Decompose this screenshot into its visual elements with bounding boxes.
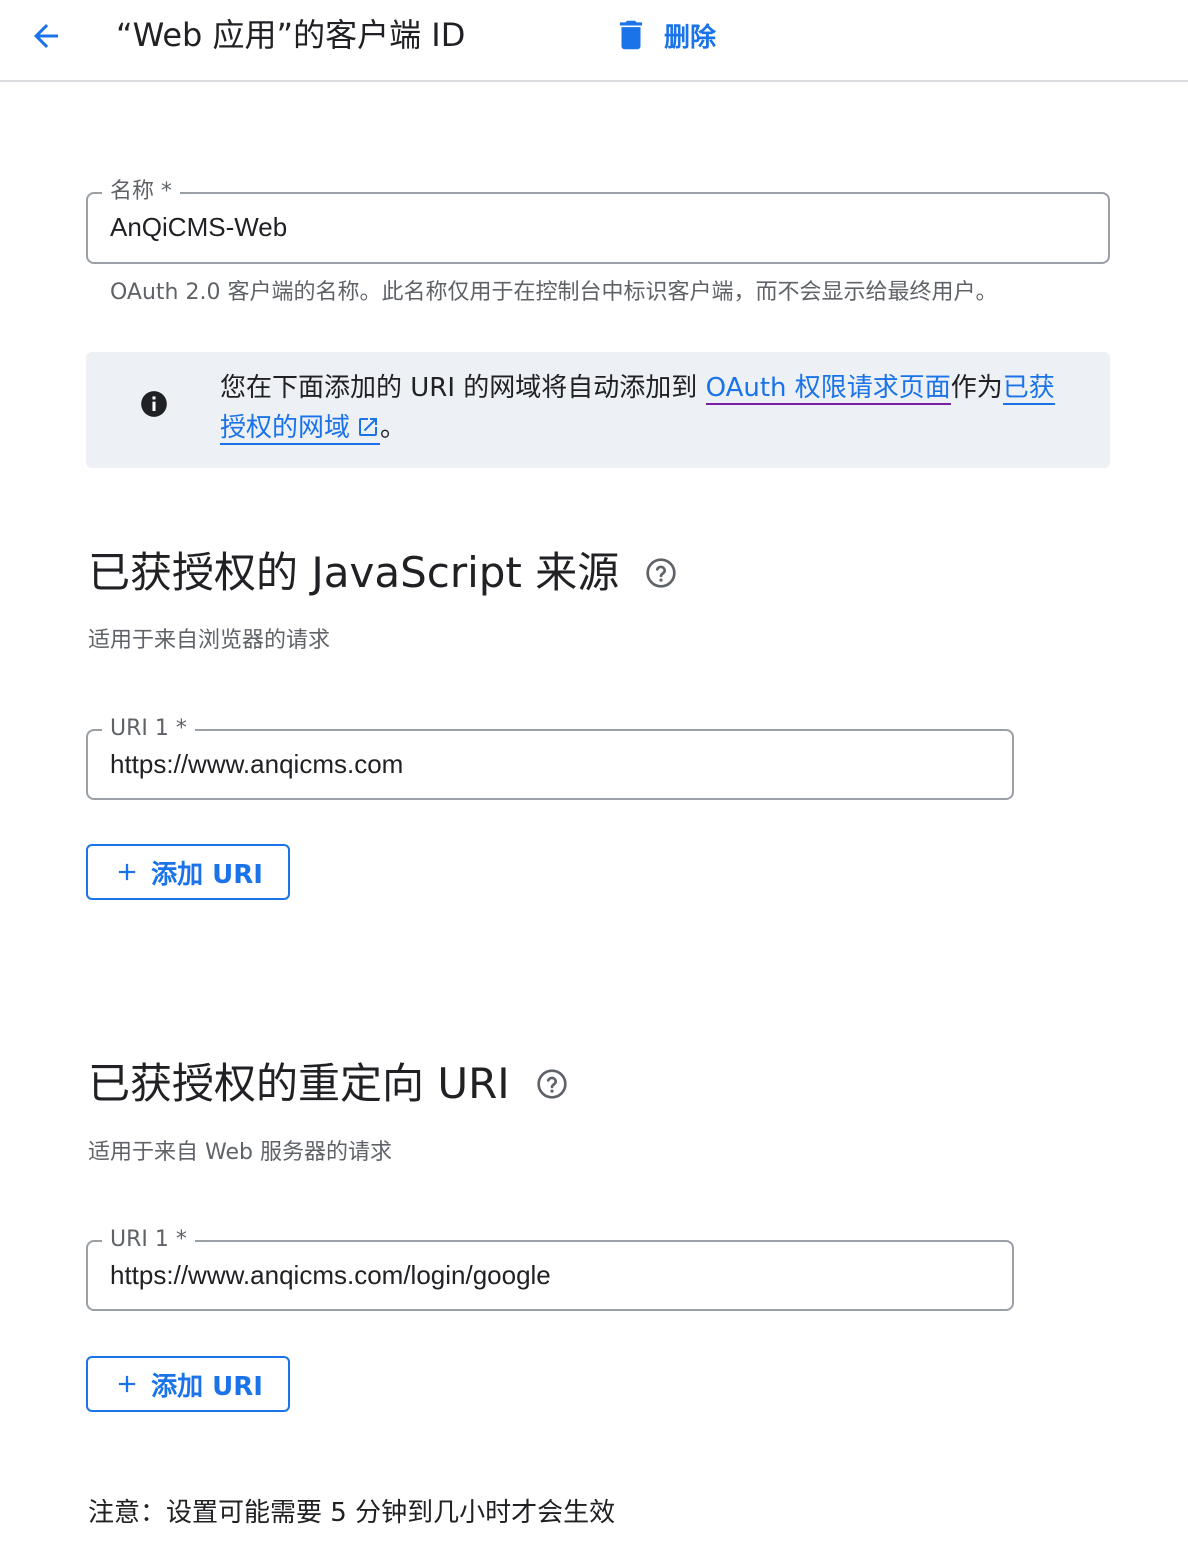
banner-text-middle: 作为 bbox=[950, 373, 1003, 403]
delete-label: 删除 bbox=[664, 22, 717, 53]
redirect-uris-title: 已获授权的重定向 URI bbox=[88, 1057, 568, 1111]
js-origins-subtitle: 适用于来自浏览器的请求 bbox=[88, 628, 331, 653]
oauth-consent-link[interactable]: OAuth 权限请求页面 bbox=[705, 373, 951, 405]
banner-text: 您在下面添加的 URI 的网域将自动添加到 OAuth 权限请求页面作为已获授权… bbox=[220, 368, 1080, 448]
page-title: “Web 应用”的客户端 ID bbox=[116, 16, 466, 54]
redirect-uri-input[interactable]: https://www.anqicms.com/login/google bbox=[110, 1257, 551, 1293]
arrow-back-icon bbox=[34, 24, 58, 48]
trash-icon bbox=[619, 20, 643, 50]
js-origin-uri-input[interactable]: https://www.anqicms.com bbox=[110, 746, 403, 782]
banner-text-end: 。 bbox=[380, 413, 407, 443]
header-bar: “Web 应用”的客户端 ID 删除 bbox=[0, 0, 1188, 82]
back-button[interactable] bbox=[22, 12, 70, 60]
redirect-uri-field[interactable]: URI 1 * https://www.anqicms.com/login/go… bbox=[86, 1225, 1014, 1311]
help-icon[interactable] bbox=[645, 557, 677, 589]
info-icon bbox=[141, 391, 167, 417]
banner-text-start: 您在下面添加的 URI 的网域将自动添加到 bbox=[220, 373, 706, 403]
js-origins-title-text: 已获授权的 JavaScript 来源 bbox=[88, 548, 620, 597]
add-redirect-uri-button[interactable]: 添加 URI bbox=[86, 1356, 290, 1412]
add-redirect-uri-label: 添加 URI bbox=[151, 1371, 263, 1402]
plus-icon bbox=[118, 863, 136, 881]
delete-button[interactable]: 删除 bbox=[612, 12, 716, 58]
js-origin-uri-label: URI 1 * bbox=[102, 714, 195, 744]
redirect-uris-title-text: 已获授权的重定向 URI bbox=[88, 1059, 510, 1108]
help-icon[interactable] bbox=[536, 1068, 568, 1100]
js-origins-title: 已获授权的 JavaScript 来源 bbox=[88, 546, 677, 600]
js-origin-uri-field[interactable]: URI 1 * https://www.anqicms.com bbox=[86, 714, 1014, 800]
open-in-new-icon bbox=[359, 418, 378, 436]
name-field-hint: OAuth 2.0 客户端的名称。此名称仅用于在控制台中标识客户端，而不会显示给… bbox=[110, 280, 998, 305]
name-field-label: 名称 * bbox=[102, 177, 180, 207]
plus-icon bbox=[118, 1375, 136, 1393]
settings-note: 注意：设置可能需要 5 分钟到几小时才会生效 bbox=[88, 1498, 616, 1528]
name-input[interactable]: AnQiCMS-Web bbox=[110, 209, 287, 245]
page: “Web 应用”的客户端 ID 删除 名称 * AnQiCMS-Web OAut… bbox=[0, 0, 1188, 1552]
info-banner: 您在下面添加的 URI 的网域将自动添加到 OAuth 权限请求页面作为已获授权… bbox=[86, 352, 1110, 468]
add-js-origin-button[interactable]: 添加 URI bbox=[86, 844, 290, 900]
name-field[interactable]: 名称 * AnQiCMS-Web bbox=[86, 177, 1110, 264]
redirect-uri-label: URI 1 * bbox=[102, 1225, 195, 1255]
add-js-origin-label: 添加 URI bbox=[151, 859, 263, 890]
redirect-uris-subtitle: 适用于来自 Web 服务器的请求 bbox=[88, 1140, 392, 1165]
